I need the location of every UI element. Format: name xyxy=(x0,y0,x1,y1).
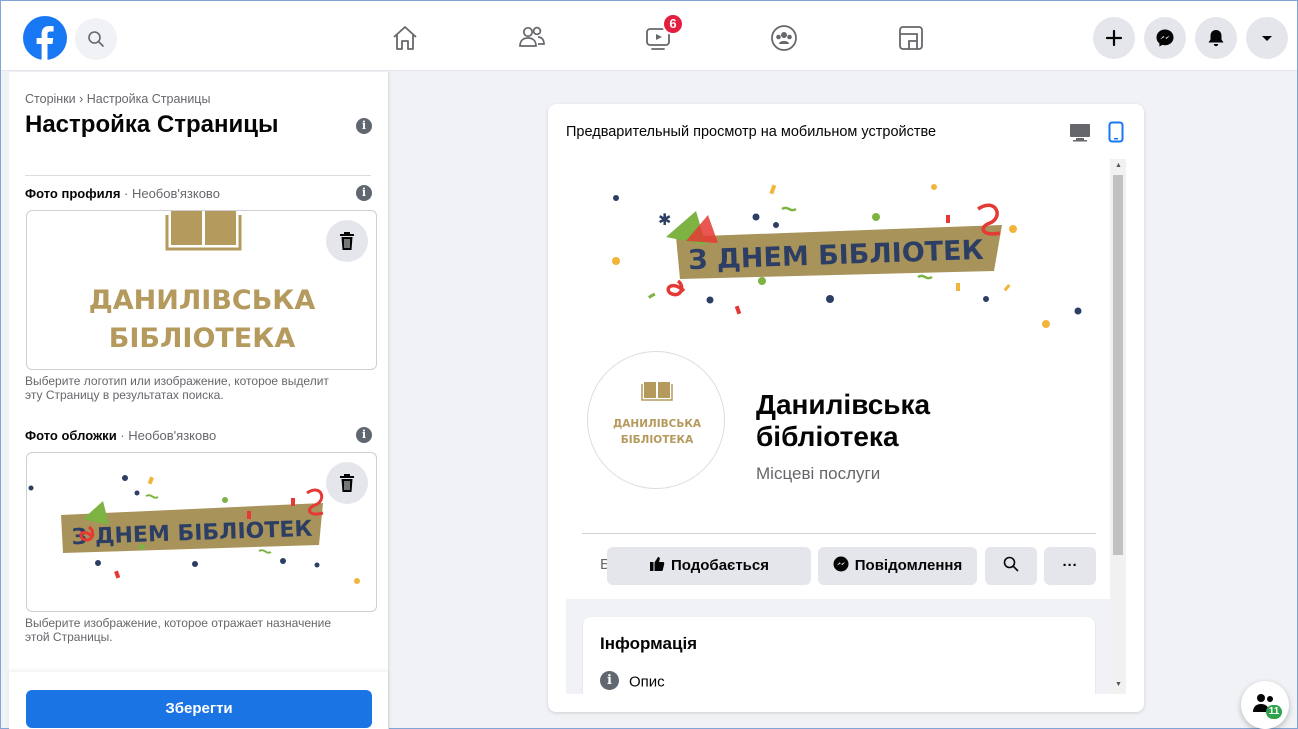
messenger-icon xyxy=(1156,29,1174,47)
desktop-preview-toggle[interactable] xyxy=(1069,121,1091,148)
messenger-icon xyxy=(833,556,849,572)
search-button[interactable] xyxy=(75,18,117,60)
preview-page-category: Місцеві послуги xyxy=(756,464,881,483)
cover-photo-info-icon[interactable]: i xyxy=(356,427,372,443)
logo-line1: ДАНИЛІВСЬКА xyxy=(89,285,316,316)
preview-avatar-line1: ДАНИЛІВСЬКА xyxy=(613,418,702,430)
messenger-button[interactable] xyxy=(1144,17,1186,59)
preview-avatar-logo: ДАНИЛІВСЬКА БІБЛІОТЕКА xyxy=(613,382,702,446)
trash-icon xyxy=(340,474,354,492)
page-title: Настройка Страницы xyxy=(25,111,279,138)
trash-icon xyxy=(340,232,354,250)
delete-profile-photo-button[interactable] xyxy=(326,220,368,262)
cover-photo-helper: Выберите изображение, которое отражает н… xyxy=(25,616,332,644)
scroll-down-arrow[interactable]: ▼ xyxy=(1115,681,1122,688)
nav-tab-friends[interactable] xyxy=(515,21,549,55)
nav-tab-watch[interactable]: 6 xyxy=(642,13,684,55)
scrollbar-thumb[interactable] xyxy=(1113,175,1123,555)
groups-icon xyxy=(771,25,797,51)
plus-icon xyxy=(1105,29,1123,47)
mobile-icon xyxy=(1108,121,1124,143)
notifications-button[interactable] xyxy=(1195,17,1237,59)
caret-down-icon xyxy=(1262,36,1272,41)
info-description-row: i Опис xyxy=(600,671,665,692)
cover-banner-image: З ДНЕМ БІБЛІОТЕК xyxy=(28,475,360,584)
scroll-up-arrow[interactable]: ▲ xyxy=(1115,162,1122,169)
account-menu-button[interactable] xyxy=(1246,17,1288,59)
search-icon xyxy=(88,31,104,47)
breadcrumb[interactable]: Сторінки › Настройка Страницы xyxy=(25,92,210,106)
home-icon xyxy=(393,26,417,50)
search-icon xyxy=(1003,556,1019,572)
nav-tab-gaming[interactable] xyxy=(894,21,928,55)
facebook-logo-icon[interactable] xyxy=(23,16,67,60)
nav-tab-groups[interactable] xyxy=(767,21,801,55)
friends-icon xyxy=(519,26,545,47)
preview-avatar: ДАНИЛІВСЬКА БІБЛІОТЕКА xyxy=(587,351,725,489)
preview-like-button[interactable]: Подобається xyxy=(607,547,811,585)
mobile-preview-card: Предварительный просмотр на мобильном ус… xyxy=(548,104,1144,712)
preview-message-button[interactable]: Повідомлення xyxy=(818,547,977,585)
preview-search-button[interactable] xyxy=(985,547,1037,585)
create-button[interactable] xyxy=(1093,17,1135,59)
preview-cover-image: З ДНЕМ БІБЛІОТЕК ✱ xyxy=(612,184,1082,328)
gaming-icon xyxy=(899,26,923,50)
cover-photo-preview[interactable]: З ДНЕМ БІБЛІОТЕК xyxy=(26,452,377,612)
preview-title: Предварительный просмотр на мобильном ус… xyxy=(566,124,937,140)
save-footer: Зберегти xyxy=(9,672,388,729)
preview-avatar-line2: БІБЛІОТЕКА xyxy=(621,434,694,446)
info-icon: i xyxy=(600,671,619,690)
cover-photo-label: Фото обложки · Необов'язково xyxy=(25,428,217,443)
info-card-title: Інформація xyxy=(600,634,698,653)
mobile-preview-toggle[interactable] xyxy=(1108,121,1124,148)
library-logo-image: ДАНИЛІВСЬКА БІБЛІОТЕКА xyxy=(89,211,316,354)
mobile-page-preview: З ДНЕМ БІБЛІОТЕК ✱ ДАНИЛІВСЬКА БІБЛІОТЕК… xyxy=(566,159,1128,694)
preview-info-card: Інформація i Опис xyxy=(583,617,1095,694)
profile-photo-helper: Выберите логотип или изображение, которо… xyxy=(25,374,329,402)
divider xyxy=(25,175,371,176)
top-navigation-bar: 6 xyxy=(1,1,1297,71)
bell-icon xyxy=(1208,30,1224,47)
profile-photo-label: Фото профиля · Необов'язково xyxy=(25,186,220,201)
preview-page-name: Данилівська бібліотека xyxy=(756,389,931,452)
logo-line2: БІБЛІОТЕКА xyxy=(109,323,296,354)
profile-photo-preview[interactable]: ДАНИЛІВСЬКА БІБЛІОТЕКА xyxy=(26,210,377,370)
thumbs-up-icon xyxy=(650,557,665,572)
save-button[interactable]: Зберегти xyxy=(26,690,372,728)
watch-badge: 6 xyxy=(662,13,684,35)
divider xyxy=(582,533,1096,534)
contacts-button[interactable]: 11 xyxy=(1241,681,1289,729)
desktop-icon xyxy=(1070,124,1090,142)
profile-photo-info-icon[interactable]: i xyxy=(356,185,372,201)
online-count-badge: 11 xyxy=(1266,705,1282,719)
svg-text:✱: ✱ xyxy=(658,210,671,229)
preview-more-button[interactable]: ··· xyxy=(1044,547,1096,585)
preview-scrollbar[interactable]: ▲ ▼ xyxy=(1110,159,1126,694)
page-setup-sidebar: Сторінки › Настройка Страницы Настройка … xyxy=(9,72,389,729)
delete-cover-photo-button[interactable] xyxy=(326,462,368,504)
title-info-icon[interactable]: i xyxy=(356,118,372,134)
nav-tab-home[interactable] xyxy=(388,21,422,55)
